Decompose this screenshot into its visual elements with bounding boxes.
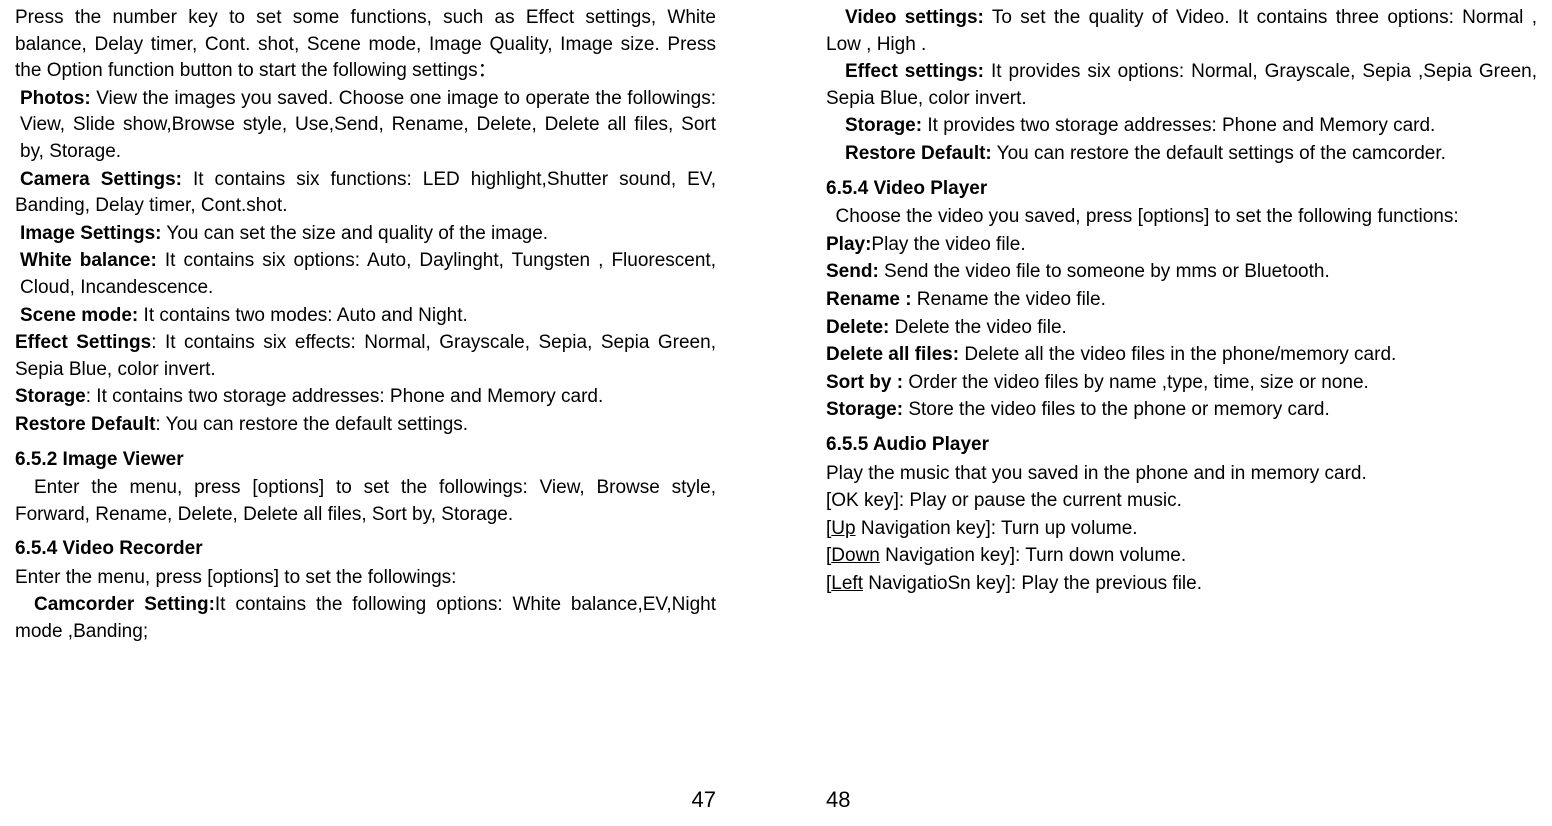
restore-para-r: Restore Default: You can restore the def… [826,141,1537,168]
up-key-line: [Up Navigation key]: Turn up volume. [826,516,1537,543]
delete-text: Delete the video file. [889,317,1066,338]
storage2-text: Store the video files to the phone or me… [903,399,1330,420]
image-settings-label: Image Settings: [20,223,161,244]
ok-key-line: [OK key]: Play or pause the current musi… [826,488,1537,515]
restore-label: Restore Default [15,414,155,435]
left-key: Left [831,573,863,594]
restore-label-r: Restore Default: [845,143,992,164]
video-recorder-intro: Enter the menu, press [options] to set t… [15,565,716,592]
left-suffix: NavigatioSn key]: Play the previous file… [863,573,1202,594]
sort-para: Sort by : Order the video files by name … [826,370,1537,397]
page-right: Video settings: To set the quality of Vi… [776,0,1552,826]
photos-para: Photos: View the images you saved. Choos… [15,86,716,166]
image-settings-text: You can set the size and quality of the … [161,223,548,244]
rename-label: Rename : [826,289,912,310]
send-text: Send the video file to someone by mms or… [879,261,1330,282]
effect-settings-label-r: Effect settings: [845,61,984,82]
sort-text: Order the video files by name ,type, tim… [903,372,1369,393]
play-text: Play the video file. [871,234,1025,255]
storage2-para: Storage: Store the video files to the ph… [826,397,1537,424]
play-label: Play: [826,234,871,255]
storage-label-r: Storage: [845,115,922,136]
page-number-right: 48 [826,785,850,816]
audio-intro: Play the music that you saved in the pho… [826,461,1537,488]
sort-label: Sort by : [826,372,903,393]
delete-all-label: Delete all files: [826,344,959,365]
heading-image-viewer: 6.5.2 Image Viewer [15,447,716,474]
delete-label: Delete: [826,317,889,338]
white-balance-para: White balance: It contains six options: … [15,248,716,301]
video-settings-para: Video settings: To set the quality of Vi… [826,5,1537,58]
image-viewer-text: Enter the menu, press [options] to set t… [15,475,716,528]
photos-label: Photos: [20,88,91,109]
scene-mode-para: Scene mode: It contains two modes: Auto … [15,303,716,330]
delete-all-para: Delete all files: Delete all the video f… [826,342,1537,369]
heading-video-recorder: 6.5.4 Video Recorder [15,536,716,563]
camcorder-para: Camcorder Setting:It contains the follow… [15,592,716,645]
scene-mode-text: It contains two modes: Auto and Night. [138,305,468,326]
down-key: Down [831,545,880,566]
storage-label: Storage [15,386,86,407]
storage-para-r: Storage: It provides two storage address… [826,113,1537,140]
send-label: Send: [826,261,879,282]
send-para: Send: Send the video file to someone by … [826,259,1537,286]
down-key-line: [Down Navigation key]: Turn down volume. [826,543,1537,570]
up-key: Up [831,518,855,539]
heading-video-player: 6.5.4 Video Player [826,176,1537,203]
down-suffix: Navigation key]: Turn down volume. [880,545,1186,566]
heading-audio-player: 6.5.5 Audio Player [826,432,1537,459]
storage-para: Storage: It contains two storage address… [15,384,716,411]
page-number-left: 47 [692,785,716,816]
restore-para: Restore Default: You can restore the def… [15,412,716,439]
camcorder-label: Camcorder Setting: [34,594,215,615]
camera-label: Camera Settings: [15,169,182,190]
white-balance-label: White balance: [20,250,157,271]
video-settings-label: Video settings: [845,7,984,28]
effect-settings-label: Effect Settings [15,332,151,353]
intro-text: Press the number key to set some functio… [15,5,716,85]
restore-text-r: You can restore the default settings of … [992,143,1446,164]
photos-text: View the images you saved. Choose one im… [20,88,716,162]
play-para: Play:Play the video file. [826,232,1537,259]
rename-para: Rename : Rename the video file. [826,287,1537,314]
left-key-line: [Left NavigatioSn key]: Play the previou… [826,571,1537,598]
effect-settings-para: Effect Settings: It contains six effects… [15,330,716,383]
video-player-intro: Choose the video you saved, press [optio… [826,204,1537,231]
restore-text: : You can restore the default settings. [155,414,468,435]
camera-para: Camera Settings: It contains six functio… [15,167,716,220]
scene-mode-label: Scene mode: [20,305,138,326]
rename-text: Rename the video file. [912,289,1106,310]
effect-settings-para-r: Effect settings: It provides six options… [826,59,1537,112]
delete-all-text: Delete all the video files in the phone/… [959,344,1396,365]
image-settings-para: Image Settings: You can set the size and… [15,221,716,248]
storage-text-r: It provides two storage addresses: Phone… [922,115,1435,136]
page-left: Press the number key to set some functio… [0,0,776,826]
up-suffix: Navigation key]: Turn up volume. [856,518,1138,539]
delete-para: Delete: Delete the video file. [826,315,1537,342]
storage-text: : It contains two storage addresses: Pho… [86,386,604,407]
storage2-label: Storage: [826,399,903,420]
